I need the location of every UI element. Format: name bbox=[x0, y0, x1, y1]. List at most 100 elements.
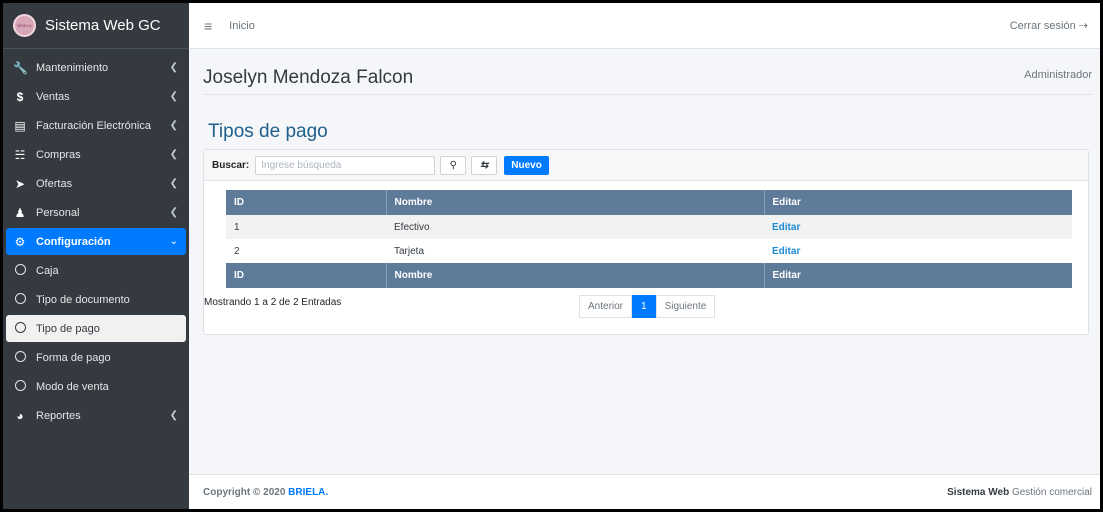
cell-id: 1 bbox=[226, 215, 386, 239]
circle-icon bbox=[13, 379, 27, 394]
chevron-left-icon: ❮ bbox=[169, 149, 178, 160]
sidebar-item-mantenimiento[interactable]: 🔧 Mantenimiento ❮ bbox=[6, 54, 186, 81]
edit-link[interactable]: Editar bbox=[772, 246, 800, 257]
logout-label: Cerrar sesión bbox=[1009, 20, 1076, 32]
search-icon: ⚲ bbox=[449, 159, 457, 171]
user-name: Joselyn Mendoza Falcon bbox=[203, 67, 414, 88]
sidebar-item-label: Personal bbox=[36, 206, 80, 219]
circle-icon bbox=[13, 350, 27, 365]
column-header-nombre[interactable]: Nombre bbox=[386, 190, 765, 215]
column-header-id[interactable]: ID bbox=[226, 190, 387, 215]
brand-logo: BRIELA bbox=[13, 14, 36, 37]
sidebar-item-modo-venta[interactable]: Modo de venta bbox=[6, 373, 186, 400]
sidebar-item-tipo-documento[interactable]: Tipo de documento bbox=[6, 286, 186, 313]
wrench-icon: 🔧 bbox=[13, 60, 28, 75]
chevron-left-icon: ❮ bbox=[169, 62, 178, 73]
sidebar-item-ofertas[interactable]: ➤ Ofertas ❮ bbox=[6, 170, 186, 197]
table-footer-row: ID Nombre Editar bbox=[226, 263, 1072, 288]
home-link[interactable]: Inicio bbox=[229, 20, 255, 32]
sidebar-item-ventas[interactable]: $ Ventas ❮ bbox=[6, 83, 186, 110]
sidebar-item-label: Reportes bbox=[36, 409, 81, 422]
chevron-left-icon: ❮ bbox=[169, 410, 178, 421]
search-toolbar: Buscar: ⚲ ⇆ Nuevo bbox=[204, 150, 1088, 181]
payment-types-table: ID Nombre Editar 1 Efectivo Editar 2 Tar… bbox=[226, 190, 1072, 288]
edit-link[interactable]: Editar bbox=[772, 222, 800, 233]
pagination-info: Mostrando 1 a 2 de 2 Entradas bbox=[204, 297, 342, 308]
chevron-left-icon: ❮ bbox=[169, 91, 178, 102]
cart-icon: ☵ bbox=[14, 147, 26, 162]
brand-title: Sistema Web GC bbox=[45, 17, 161, 34]
sidebar-item-caja[interactable]: Caja bbox=[6, 257, 186, 284]
sidebar-item-personal[interactable]: ♟ Personal ❮ bbox=[6, 199, 186, 226]
column-footer-nombre: Nombre bbox=[386, 263, 765, 288]
sidebar-item-label: Caja bbox=[36, 264, 59, 277]
brand[interactable]: BRIELA Sistema Web GC bbox=[3, 3, 189, 49]
cell-name: Tarjeta bbox=[394, 245, 425, 257]
search-label: Buscar: bbox=[212, 159, 250, 171]
sidebar-nav: 🔧 Mantenimiento ❮ $ Ventas ❮ ▤ Facturaci… bbox=[3, 49, 189, 429]
pagination-prev[interactable]: Anterior bbox=[579, 295, 633, 318]
cell-edit: Editar bbox=[764, 239, 1072, 263]
sidebar-item-forma-pago[interactable]: Forma de pago bbox=[6, 344, 186, 371]
tag-icon: ➤ bbox=[14, 176, 26, 191]
sidebar-item-reportes[interactable]: ◕ Reportes ❮ bbox=[6, 402, 186, 429]
sidebar-item-facturacion[interactable]: ▤ Facturación Electrónica ❮ bbox=[6, 112, 186, 139]
search-input[interactable] bbox=[255, 155, 436, 175]
pagination-page-current[interactable]: 1 bbox=[632, 295, 656, 318]
sidebar-item-label: Tipo de pago bbox=[36, 322, 100, 335]
app-name: Sistema Web bbox=[947, 486, 1010, 498]
cell-edit: Editar bbox=[764, 215, 1072, 239]
top-navbar: ≡ Inicio Cerrar sesión ⇢ bbox=[189, 3, 1100, 49]
gear-icon: ⚙ bbox=[14, 234, 26, 249]
copyright: Copyright © 2020 BRIELA. bbox=[203, 487, 328, 498]
circle-icon bbox=[13, 263, 27, 278]
main-content: Joselyn Mendoza Falcon Administrador Tip… bbox=[189, 49, 1100, 474]
circle-icon bbox=[13, 292, 27, 307]
users-icon: ♟ bbox=[14, 205, 26, 220]
sidebar-item-label: Ofertas bbox=[36, 177, 73, 190]
new-button[interactable]: Nuevo bbox=[504, 155, 549, 175]
chevron-left-icon: ❮ bbox=[169, 120, 178, 131]
search-button[interactable]: ⚲ bbox=[440, 155, 467, 175]
app-window: BRIELA Sistema Web GC 🔧 Mantenimiento ❮ … bbox=[3, 3, 1100, 509]
sidebar-item-compras[interactable]: ☵ Compras ❮ bbox=[6, 141, 186, 168]
sidebar-item-tipo-pago[interactable]: Tipo de pago bbox=[6, 315, 186, 342]
refresh-button[interactable]: ⇆ bbox=[471, 155, 498, 175]
table-row: 1 Efectivo Editar bbox=[226, 215, 1072, 239]
column-footer-id: ID bbox=[226, 263, 387, 288]
invoice-icon: ▤ bbox=[14, 118, 26, 133]
user-role: Administrador bbox=[1024, 69, 1092, 81]
pagination-next[interactable]: Siguiente bbox=[655, 295, 716, 318]
cell-name: Efectivo bbox=[386, 215, 764, 239]
table-header-row: ID Nombre Editar bbox=[226, 190, 1072, 215]
sidebar-item-label: Modo de venta bbox=[36, 380, 109, 393]
chevron-left-icon: ❮ bbox=[169, 178, 178, 189]
brand-logo-text: BRIELA bbox=[17, 23, 32, 28]
footer: Copyright © 2020 BRIELA. Sistema Web Ges… bbox=[189, 474, 1100, 509]
sidebar-item-label: Mantenimiento bbox=[36, 61, 109, 74]
cell-id: 2 bbox=[234, 245, 240, 257]
column-header-editar[interactable]: Editar bbox=[764, 190, 1072, 215]
column-footer-editar: Editar bbox=[764, 263, 1072, 288]
sidebar-item-label: Configuración bbox=[36, 235, 111, 248]
hamburger-menu-icon[interactable]: ≡ bbox=[204, 18, 212, 34]
copyright-text: Copyright © 2020 bbox=[203, 486, 286, 498]
dollar-icon: $ bbox=[16, 89, 24, 104]
chevron-down-icon: ⌄ bbox=[169, 236, 178, 247]
refresh-icon: ⇆ bbox=[480, 159, 489, 171]
sidebar-item-label: Compras bbox=[36, 148, 81, 161]
table-row: 2 Tarjeta Editar bbox=[226, 239, 1072, 263]
app-info: Sistema Web Gestión comercial bbox=[947, 487, 1092, 498]
sidebar-item-configuracion[interactable]: ⚙ Configuración ⌄ bbox=[6, 228, 186, 255]
logout-link[interactable]: Cerrar sesión ⇢ bbox=[1010, 19, 1088, 32]
logout-icon: ⇢ bbox=[1078, 20, 1088, 32]
circle-icon bbox=[13, 321, 27, 336]
payment-types-card: Buscar: ⚲ ⇆ Nuevo ID Nombre Editar 1 bbox=[203, 149, 1089, 335]
sidebar-item-label: Tipo de documento bbox=[36, 293, 130, 306]
pie-chart-icon: ◕ bbox=[16, 408, 24, 423]
company-link[interactable]: BRIELA. bbox=[288, 487, 328, 498]
sidebar-item-label: Facturación Electrónica bbox=[36, 119, 151, 132]
sidebar: BRIELA Sistema Web GC 🔧 Mantenimiento ❮ … bbox=[3, 3, 189, 509]
chevron-left-icon: ❮ bbox=[169, 207, 178, 218]
app-subtitle: Gestión comercial bbox=[1011, 486, 1092, 498]
